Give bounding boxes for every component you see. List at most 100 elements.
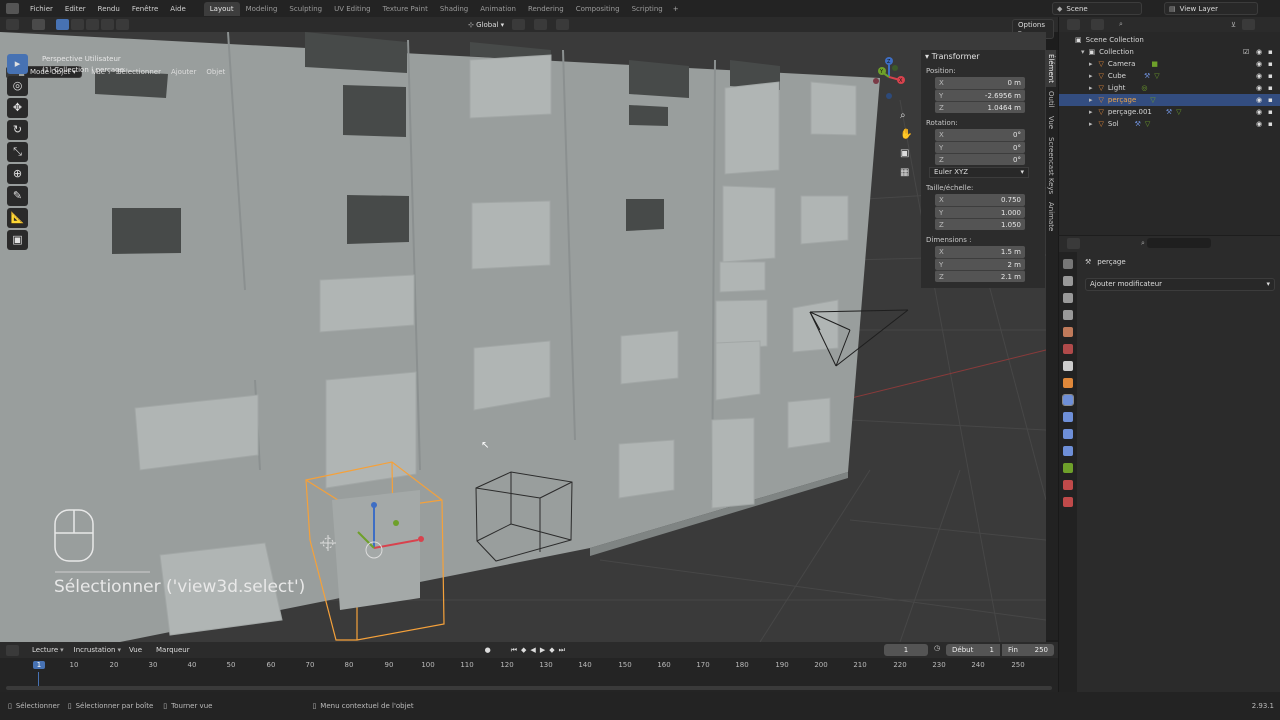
modifier-tab-icon[interactable] xyxy=(1062,394,1074,406)
dimensions-z-field[interactable]: Z 2.1 m xyxy=(935,270,1025,282)
tab-vue[interactable]: Vue xyxy=(1046,112,1056,133)
pivot-icon[interactable] xyxy=(512,19,526,30)
search-icon[interactable]: ⌕ xyxy=(1119,20,1123,29)
tab-screencast-keys[interactable]: Screencast Keys xyxy=(1046,133,1056,198)
clock-icon[interactable]: ◷ xyxy=(934,644,940,652)
expand-icon[interactable]: ▸ xyxy=(1089,60,1093,68)
expand-icon[interactable]: ▸ xyxy=(1089,120,1093,128)
menu-lecture[interactable]: Lecture xyxy=(32,646,58,654)
end-frame-field[interactable]: Fin 250 xyxy=(1002,644,1054,656)
frame-ruler[interactable]: 1 10 20 30 40 50 60 70 80 90 100 110 120… xyxy=(0,661,1058,672)
world-tab-icon[interactable] xyxy=(1063,344,1073,354)
tab-rendering[interactable]: Rendering xyxy=(522,2,570,16)
menu-objet[interactable]: Objet xyxy=(206,68,225,76)
tab-layout[interactable]: Layout xyxy=(203,1,240,16)
outliner-item-percage-001[interactable]: ▸ ▽ perçage.001 ⚒ ▽ ◉ ▪ xyxy=(1059,106,1280,118)
cursor-tool-icon[interactable]: ◎ xyxy=(7,76,28,96)
proportional-edit-icon[interactable] xyxy=(556,19,570,30)
rotation-y-field[interactable]: Y 0° xyxy=(935,141,1025,153)
rotation-x-field[interactable]: X 0° xyxy=(935,129,1025,141)
tab-outil[interactable]: Outil xyxy=(1046,87,1056,112)
texture-tab-icon[interactable] xyxy=(1063,497,1073,507)
transform-tool-icon[interactable]: ⊕ xyxy=(7,164,28,184)
measure-tool-icon[interactable]: 📐 xyxy=(7,208,28,228)
dimensions-x-field[interactable]: X 1.5 m xyxy=(935,246,1025,258)
data-tab-icon[interactable] xyxy=(1063,463,1073,473)
material-tab-icon[interactable] xyxy=(1063,480,1073,490)
particles-tab-icon[interactable] xyxy=(1063,412,1073,422)
eye-icon[interactable]: ◉ xyxy=(1256,48,1262,56)
camera-restrict-icon[interactable]: ▪ xyxy=(1268,72,1273,80)
record-icon[interactable]: ● xyxy=(485,646,491,654)
position-z-field[interactable]: Z 1.0464 m xyxy=(935,101,1025,113)
select-extend-icon[interactable] xyxy=(71,19,84,30)
jump-end-icon[interactable]: ⏭ xyxy=(559,646,565,655)
scale-tool-icon[interactable]: ⤡ xyxy=(7,142,28,162)
eye-icon[interactable]: ◉ xyxy=(1256,108,1262,116)
expand-icon[interactable]: ▸ xyxy=(1089,72,1093,80)
constraints-tab-icon[interactable] xyxy=(1063,446,1073,456)
camera-restrict-icon[interactable]: ▪ xyxy=(1268,120,1273,128)
snap-icon[interactable] xyxy=(534,19,548,30)
scale-y-field[interactable]: Y 1.000 xyxy=(935,206,1025,218)
camera-restrict-icon[interactable]: ▪ xyxy=(1268,108,1273,116)
timeline-scrollbar[interactable] xyxy=(6,686,1052,690)
add-cube-tool-icon[interactable]: ▣ xyxy=(7,230,28,250)
scale-x-field[interactable]: X 0.750 xyxy=(935,194,1025,206)
outliner-item-sol[interactable]: ▸ ▽ Sol ⚒ ▽ ◉ ▪ xyxy=(1059,118,1280,130)
outliner-item-percage[interactable]: ▸ ▽ perçage ▽ ◉ ▪ xyxy=(1059,94,1280,106)
camera-restrict-icon[interactable]: ▪ xyxy=(1268,48,1273,56)
tool-tab-icon[interactable] xyxy=(1063,259,1073,269)
output-tab-icon[interactable] xyxy=(1063,293,1073,303)
tab-texture-paint[interactable]: Texture Paint xyxy=(377,2,434,16)
next-keyframe-icon[interactable]: ◆ xyxy=(549,646,554,654)
add-modifier-dropdown[interactable]: Ajouter modificateur ▾ xyxy=(1085,278,1275,291)
camera-restrict-icon[interactable]: ▪ xyxy=(1268,96,1273,104)
menu-vue-timeline[interactable]: Vue xyxy=(129,646,142,654)
outliner-collection[interactable]: ▾ ▣ Collection ☑ ◉ ▪ xyxy=(1059,46,1280,58)
outliner-editor-icon[interactable] xyxy=(1067,19,1080,30)
3d-viewport[interactable]: Mode Objet ▾ Vue Sélectionner Ajouter Ob… xyxy=(0,32,1046,642)
object-tab-icon[interactable] xyxy=(1063,378,1073,388)
tab-animate[interactable]: Animate xyxy=(1046,198,1056,235)
outliner-item-camera[interactable]: ▸ ▽ Camera ■ ◉ ▪ xyxy=(1059,58,1280,70)
properties-editor-icon[interactable] xyxy=(1067,237,1080,249)
play-icon[interactable]: ▶ xyxy=(540,646,545,654)
prev-keyframe-icon[interactable]: ◆ xyxy=(521,646,526,654)
frame-cursor[interactable]: 1 xyxy=(33,661,45,669)
rotation-z-field[interactable]: Z 0° xyxy=(935,153,1025,165)
properties-search-icon[interactable]: ⌕ xyxy=(1141,239,1145,248)
camera-restrict-icon[interactable]: ▪ xyxy=(1268,84,1273,92)
render-tab-icon[interactable] xyxy=(1063,276,1073,286)
eye-icon[interactable]: ◉ xyxy=(1256,60,1262,68)
eye-icon[interactable]: ◉ xyxy=(1256,120,1262,128)
outliner-scene-collection[interactable]: ▣ Scene Collection xyxy=(1059,34,1280,46)
select-mode-icon[interactable] xyxy=(32,19,45,30)
play-reverse-icon[interactable]: ◀ xyxy=(530,646,535,654)
pan-hand-icon[interactable]: ✋ xyxy=(900,125,912,144)
expand-icon[interactable]: ▸ xyxy=(1089,84,1093,92)
tab-scripting[interactable]: Scripting xyxy=(626,2,669,16)
menu-ajouter[interactable]: Ajouter xyxy=(171,68,196,76)
eye-icon[interactable]: ◉ xyxy=(1256,96,1262,104)
physics-tab-icon[interactable] xyxy=(1063,429,1073,439)
menu-incrustation[interactable]: Incrustation xyxy=(74,646,116,654)
select-subtract-icon[interactable] xyxy=(86,19,99,30)
select-box-icon[interactable] xyxy=(56,19,69,30)
menu-marqueur[interactable]: Marqueur xyxy=(156,646,190,654)
editor-type-icon[interactable] xyxy=(6,19,19,30)
rotate-tool-icon[interactable]: ↻ xyxy=(7,120,28,140)
add-workspace-icon[interactable]: + xyxy=(669,5,679,13)
position-x-field[interactable]: X 0 m xyxy=(935,77,1025,89)
current-frame-field[interactable]: 1 xyxy=(884,644,928,656)
tab-animation[interactable]: Animation xyxy=(474,2,522,16)
new-collection-icon[interactable] xyxy=(1242,19,1256,30)
menu-editer[interactable]: Editer xyxy=(59,5,92,13)
scale-z-field[interactable]: Z 1.050 xyxy=(935,218,1025,230)
scene-tab-icon[interactable] xyxy=(1063,327,1073,337)
eye-icon[interactable]: ◉ xyxy=(1256,72,1262,80)
expand-icon[interactable]: ▾ xyxy=(1081,48,1085,56)
menu-rendu[interactable]: Rendu xyxy=(92,5,126,13)
start-frame-field[interactable]: Début 1 xyxy=(946,644,1000,656)
tab-sculpting[interactable]: Sculpting xyxy=(283,2,328,16)
